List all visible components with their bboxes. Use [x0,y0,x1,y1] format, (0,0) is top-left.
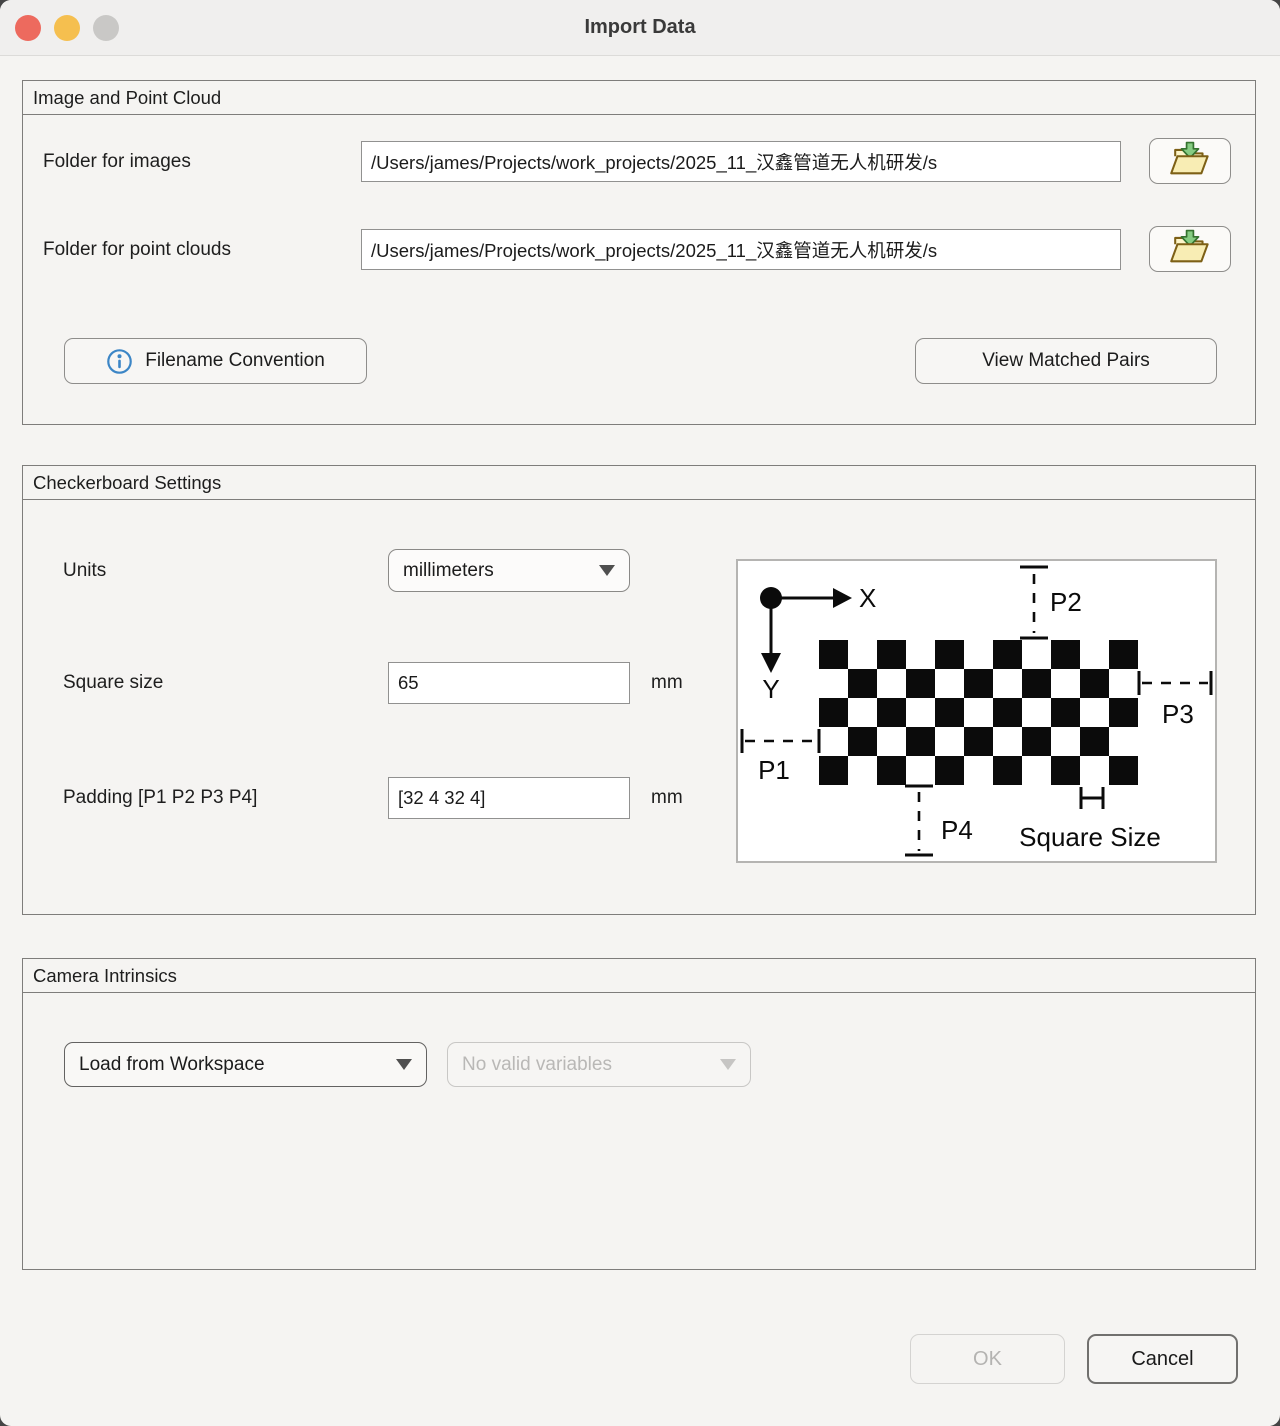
square-size-label: Square size [63,662,163,704]
close-window-button[interactable] [15,15,41,41]
y-axis-arrow-icon [761,653,781,673]
filename-convention-label: Filename Convention [145,350,325,372]
checkerboard-squares [819,640,1138,785]
square-size-diagram-label: Square Size [1019,822,1161,852]
folder-for-pointclouds-input[interactable] [361,229,1121,270]
x-axis-arrow-icon [833,588,852,608]
p4-label: P4 [941,815,973,845]
intrinsics-variable-dropdown[interactable]: No valid variables [447,1042,751,1087]
folder-for-pointclouds-label: Folder for point clouds [43,229,231,270]
ok-button[interactable]: OK [910,1334,1065,1384]
square-size-unit-label: mm [651,662,683,704]
intrinsics-variable-selected-value: No valid variables [462,1054,612,1076]
minimize-window-button[interactable] [54,15,80,41]
title-bar: Import Data [0,0,1280,56]
folder-for-images-input[interactable] [361,141,1121,182]
p1-label: P1 [758,755,790,785]
view-matched-pairs-label: View Matched Pairs [982,350,1150,372]
window-title: Import Data [584,16,695,39]
info-icon [106,348,133,375]
p2-label: P2 [1050,587,1082,617]
chevron-down-icon [720,1059,736,1070]
camera-intrinsics-panel-title: Camera Intrinsics [23,959,1255,993]
image-point-cloud-panel-title: Image and Point Cloud [23,81,1255,115]
image-point-cloud-panel: Image and Point Cloud Folder for images … [22,80,1256,425]
padding-input[interactable] [388,777,630,819]
traffic-lights [15,15,119,41]
browse-images-folder-button[interactable] [1149,138,1231,184]
view-matched-pairs-button[interactable]: View Matched Pairs [915,338,1217,384]
open-folder-import-icon [1167,138,1213,184]
p3-label: P3 [1162,699,1194,729]
chevron-down-icon [599,565,615,576]
checkerboard-settings-panel-title: Checkerboard Settings [23,466,1255,500]
zoom-window-button[interactable] [93,15,119,41]
units-dropdown[interactable]: millimeters [388,549,630,592]
chevron-down-icon [396,1059,412,1070]
camera-intrinsics-panel: Camera Intrinsics Load from Workspace No… [22,958,1256,1270]
intrinsics-source-selected-value: Load from Workspace [79,1054,265,1076]
cancel-button[interactable]: Cancel [1087,1334,1238,1384]
units-selected-value: millimeters [403,560,494,582]
units-label: Units [63,551,106,591]
padding-unit-label: mm [651,777,683,819]
folder-for-images-label: Folder for images [43,141,191,182]
padding-label: Padding [P1 P2 P3 P4] [63,777,257,819]
filename-convention-button[interactable]: Filename Convention [64,338,367,384]
intrinsics-source-dropdown[interactable]: Load from Workspace [64,1042,427,1087]
browse-pointclouds-folder-button[interactable] [1149,226,1231,272]
open-folder-import-icon [1167,226,1213,272]
x-axis-label: X [859,583,876,613]
checkerboard-diagram: X Y P2 P3 P1 [736,559,1217,863]
checkerboard-diagram-svg: X Y P2 P3 P1 [738,561,1215,861]
checkerboard-settings-panel: Checkerboard Settings Units millimeters … [22,465,1256,915]
import-data-dialog: Import Data Image and Point Cloud Folder… [0,0,1280,1426]
y-axis-label: Y [762,674,779,704]
square-size-input[interactable] [388,662,630,704]
